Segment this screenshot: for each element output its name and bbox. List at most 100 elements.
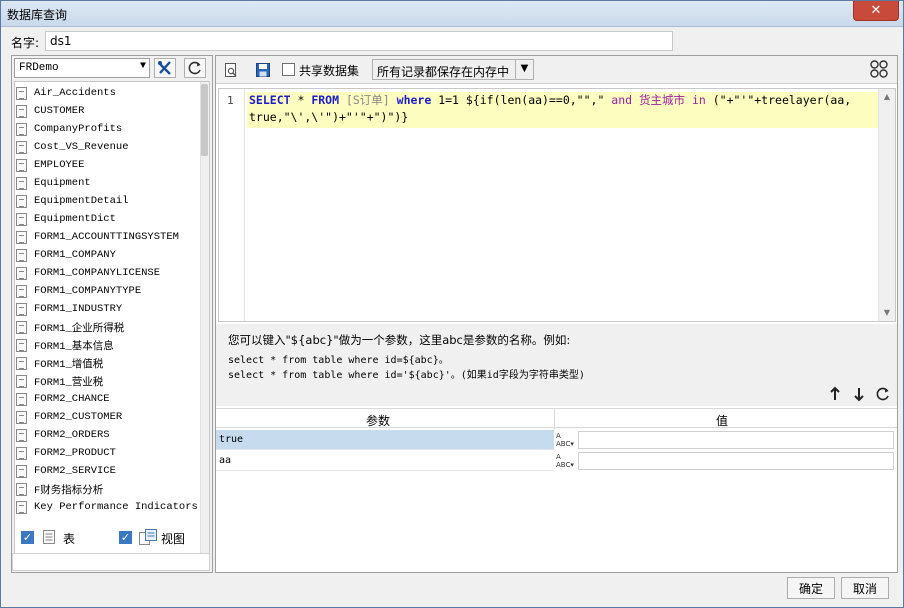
share-dataset-checkbox[interactable] [282,63,295,76]
cache-mode-select[interactable]: 所有记录都保存在内存中 ▼ [372,59,534,80]
list-scrollbar[interactable] [200,82,209,566]
table-name: FORM1_COMPANYLICENSE [34,267,161,279]
list-item[interactable]: FORM2_SERVICE [16,462,202,480]
table-icon [16,158,27,172]
list-item[interactable]: FORM1_基本信息 [16,336,202,354]
table-list[interactable]: Air_Accidents CUSTOMER CompanyProfits Cost_… [14,81,210,567]
table-icon [16,176,27,190]
editor-toolbar: 共享数据集 所有记录都保存在内存中 ▼ [216,56,897,84]
refresh-tables-button[interactable] [184,58,206,78]
list-item[interactable]: FORM1_企业所得税 [16,318,202,336]
parameter-table: 参数 值 true A ABC▾ aa A ABC▾ [216,408,897,572]
list-item[interactable]: EMPLOYEE [16,156,202,174]
list-item[interactable]: FORM1_营业税 [16,372,202,390]
sql-line-1: SELECT * FROM [S订单] where 1=1 ${if(len(a… [249,92,879,109]
sql-token: and [611,93,633,107]
parameter-help: 您可以键入"${abc}"做为一个参数，这里abc是参数的名称。例如: sele… [216,324,897,406]
table-filter-input[interactable] [12,553,210,571]
table-name: Key Performance Indicators [34,501,198,513]
table-row[interactable]: aa A ABC▾ [216,451,897,471]
connection-settings-button[interactable] [154,58,176,78]
list-item[interactable]: CompanyProfits [16,120,202,138]
query-editor-panel: 共享数据集 所有记录都保存在内存中 ▼ 1 SELECT * FROM [S订单… [215,55,898,573]
table-icon [16,284,27,298]
param-name: true [216,430,554,450]
table-name: Air_Accidents [34,87,116,99]
sql-token: [S订单] [339,93,397,107]
table-row[interactable]: true A ABC▾ [216,430,897,450]
cancel-button[interactable]: 取消 [841,577,889,599]
scroll-down-icon[interactable]: ▼ [879,305,895,321]
list-item[interactable]: FORM1_COMPANY [16,246,202,264]
sql-token: FROM [311,93,340,107]
show-views-checkbox[interactable]: ✓ [119,531,132,544]
list-item[interactable]: FORM2_ORDERS [16,426,202,444]
title-bar: 数据库查询 ✕ [1,1,903,27]
table-icon [16,86,27,100]
list-item[interactable]: Equipment [16,174,202,192]
list-item[interactable]: FORM1_INDUSTRY [16,300,202,318]
list-item[interactable]: EquipmentDetail [16,192,202,210]
database-select-value: FRDemo [19,62,59,74]
save-button[interactable] [252,60,274,80]
list-item[interactable]: FORM1_COMPANYTYPE [16,282,202,300]
param-toolbar [827,386,891,404]
list-item[interactable]: FORM1_COMPANYLICENSE [16,264,202,282]
database-select[interactable]: FRDemo ▼ [14,58,150,78]
line-gutter: 1 [219,89,245,321]
ok-button[interactable]: 确定 [787,577,835,599]
sql-token: in [691,93,706,107]
list-item[interactable]: Cost_VS_Revenue [16,138,202,156]
table-icon [16,338,27,352]
list-item[interactable]: Key Performance Indicators [16,498,202,516]
table-name: CompanyProfits [34,123,123,135]
table-name: FORM1_企业所得税 [34,322,125,335]
table-icon [16,464,27,478]
sql-token: ("+"'"+treelayer(aa, [705,93,852,107]
table-icon [16,230,27,244]
list-item[interactable]: FORM2_CUSTOMER [16,408,202,426]
list-item[interactable]: FORM2_PRODUCT [16,444,202,462]
line-number: 1 [227,94,234,107]
list-item[interactable]: FORM1_增值税 [16,354,202,372]
sql-code[interactable]: SELECT * FROM [S订单] where 1=1 ${if(len(a… [247,92,879,128]
table-icon [16,248,27,262]
table-icon [16,374,27,388]
show-tables-checkbox[interactable]: ✓ [21,531,34,544]
move-down-button[interactable] [851,386,867,404]
param-value-input[interactable] [578,452,894,470]
table-name: FORM1_增值税 [34,358,104,371]
table-icon [43,530,55,544]
refresh-icon [188,61,201,75]
table-icon [16,104,27,118]
list-item[interactable]: CUSTOMER [16,102,202,120]
close-button[interactable]: ✕ [853,1,899,21]
editor-scrollbar[interactable]: ▲ ▼ [878,89,895,321]
table-icon [16,356,27,370]
help-example-1: select * from table where id=${abc}。 [228,355,449,366]
list-item[interactable]: EquipmentDict [16,210,202,228]
type-selector-icon[interactable]: A ABC▾ [554,431,576,449]
list-item[interactable]: FORM1_ACCOUNTTINGSYSTEM [16,228,202,246]
table-name: F财务指标分析 [34,484,104,497]
name-input[interactable]: ds1 [45,31,673,51]
list-item[interactable]: F财务指标分析 [16,480,202,498]
layout-button[interactable] [868,59,890,79]
column-header-value: 值 [716,414,729,428]
table-icon [16,446,27,460]
table-icon [16,302,27,316]
refresh-params-button[interactable] [875,386,891,404]
sql-token: SELECT [249,93,291,107]
arrow-down-icon [854,388,864,402]
sql-editor[interactable]: 1 SELECT * FROM [S订单] where 1=1 ${if(len… [218,88,896,322]
param-value-input[interactable] [578,431,894,449]
list-item[interactable]: Air_Accidents [16,84,202,102]
column-header-param: 参数 [366,414,391,428]
list-item[interactable]: FORM2_CHANCE [16,390,202,408]
scrollbar-thumb[interactable] [201,84,208,156]
type-selector-icon[interactable]: A ABC▾ [554,452,576,470]
scroll-up-icon[interactable]: ▲ [879,89,895,105]
preview-button[interactable] [220,60,242,80]
move-up-button[interactable] [827,386,843,404]
table-icon [16,266,27,280]
